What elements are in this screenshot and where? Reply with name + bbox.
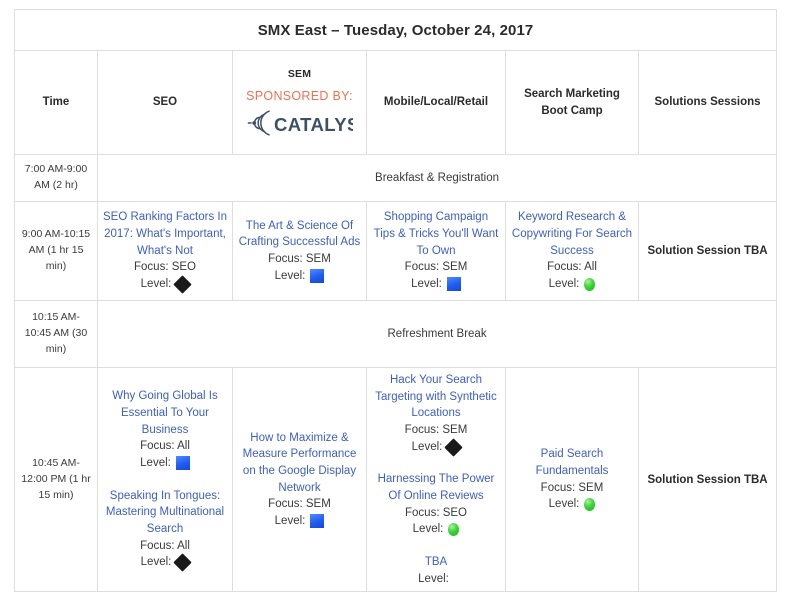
level-beginner-icon	[584, 498, 596, 512]
session-cell-seo: Why Going Global Is Essential To Your Bu…	[97, 366, 233, 592]
session-item: How to Maximize & Measure Performance on…	[238, 430, 361, 530]
session-level: Level:	[238, 513, 361, 530]
table-header-row: Time SEO SEM SPONSORED BY: CATALY Mobile…	[14, 50, 778, 155]
level-beginner-icon	[448, 523, 460, 537]
session-focus: Focus: SEM	[268, 253, 331, 265]
time-slot: 10:15 AM-10:45 AM (30 min)	[14, 300, 98, 368]
session-level: Level:	[103, 455, 227, 472]
session-focus: Focus: All	[140, 539, 190, 552]
session-cell-sem: How to Maximize & Measure Performance on…	[232, 366, 367, 592]
session-level-label: Level:	[418, 572, 449, 585]
session-level-label: Level:	[411, 278, 442, 290]
session-item: The Art & Science Of Crafting Successful…	[238, 218, 361, 285]
session-title[interactable]: Harnessing The Power Of Online Reviews	[372, 471, 500, 504]
session-focus: Focus: SEM	[540, 481, 604, 494]
session-item: Hack Your Search Targeting with Syntheti…	[372, 372, 500, 457]
session-focus: Focus: All	[547, 261, 597, 274]
session-level: Level:	[372, 521, 500, 538]
session-level-label: Level:	[274, 515, 306, 528]
session-level-label: Level:	[548, 278, 580, 290]
session-level-label: Level:	[412, 523, 444, 536]
table-row: 9:00 AM-10:15 AM (1 hr 15 min) SEO Ranki…	[14, 201, 778, 301]
sponsored-by-label: SPONSORED BY:	[246, 88, 353, 103]
table-row: 10:15 AM-10:45 AM (30 min) Refreshment B…	[14, 300, 778, 368]
session-item: Paid Search Fundamentals Focus: SEM Leve…	[511, 446, 633, 513]
level-beginner-icon	[584, 277, 596, 291]
session-level: Level:	[511, 276, 633, 293]
column-header-sem-label: SEM	[287, 68, 312, 81]
session-level: Level:	[103, 275, 227, 294]
level-advanced-icon	[173, 275, 193, 294]
page-title: SMX East – Tuesday, October 24, 2017	[13, 9, 778, 51]
session-level: Level:	[372, 571, 500, 588]
session-cell-boot-camp: Paid Search Fundamentals Focus: SEM Leve…	[505, 366, 639, 592]
column-header-solutions-sessions: Solutions Sessions	[637, 50, 778, 155]
session-title[interactable]: Keyword Research & Copywriting For Searc…	[511, 209, 633, 259]
time-slot: 10:45 AM-12:00 PM (1 hr 15 min)	[14, 366, 98, 592]
session-item: Speaking In Tongues: Mastering Multinati…	[103, 488, 227, 572]
column-header-seo: SEO	[97, 50, 233, 155]
session-title[interactable]: SEO Ranking Factors In 2017: What's Impo…	[103, 209, 227, 259]
session-title[interactable]: Speaking In Tongues: Mastering Multinati…	[103, 488, 227, 538]
session-level: Level:	[103, 553, 227, 572]
session-item: Harnessing The Power Of Online Reviews F…	[372, 471, 500, 538]
column-header-search-marketing-boot-camp: Search Marketing Boot Camp	[505, 50, 639, 155]
catalyst-wordmark: CATALYST	[274, 114, 353, 135]
session-focus: Focus: SEM	[268, 498, 331, 511]
session-item: Shopping Campaign Tips & Tricks You'll W…	[372, 209, 500, 292]
time-slot: 7:00 AM-9:00 AM (2 hr)	[14, 154, 98, 202]
full-width-event: Refreshment Break	[96, 300, 778, 368]
session-cell-mobile: Shopping Campaign Tips & Tricks You'll W…	[366, 201, 506, 301]
session-title[interactable]: Hack Your Search Targeting with Syntheti…	[372, 372, 500, 422]
session-focus: Focus: SEM	[404, 424, 468, 437]
session-level-label: Level:	[274, 269, 306, 282]
table-row: 7:00 AM-9:00 AM (2 hr) Breakfast & Regis…	[14, 154, 778, 202]
session-focus: Focus: All	[140, 440, 190, 453]
session-level-label: Level:	[411, 440, 443, 453]
session-level-label: Level:	[548, 498, 580, 511]
column-header-sem: SEM SPONSORED BY: CATALYST	[232, 50, 367, 155]
session-cell-boot-camp: Keyword Research & Copywriting For Searc…	[505, 201, 639, 301]
session-focus: Focus: SEO	[134, 261, 196, 274]
column-header-mobile-local-retail: Mobile/Local/Retail	[366, 50, 506, 155]
session-title[interactable]: Why Going Global Is Essential To Your Bu…	[103, 388, 227, 438]
session-cell-mobile: Hack Your Search Targeting with Syntheti…	[366, 366, 506, 592]
session-level-label: Level:	[140, 457, 171, 470]
level-intermediate-icon	[446, 277, 461, 292]
session-level: Level:	[372, 437, 500, 457]
level-intermediate-icon	[310, 269, 325, 283]
level-advanced-icon	[444, 437, 464, 457]
session-title[interactable]: TBA	[372, 554, 500, 571]
table-title-row: SMX East – Tuesday, October 24, 2017	[13, 9, 778, 51]
session-level: Level:	[372, 276, 500, 293]
session-cell-sem: The Art & Science Of Crafting Successful…	[232, 201, 367, 301]
session-level-label: Level:	[140, 278, 172, 290]
table-row: 10:45 AM-12:00 PM (1 hr 15 min) Why Goin…	[14, 366, 778, 592]
session-title[interactable]: The Art & Science Of Crafting Successful…	[238, 218, 361, 251]
session-item: SEO Ranking Factors In 2017: What's Impo…	[103, 209, 227, 294]
level-intermediate-icon	[175, 456, 190, 471]
session-item: Keyword Research & Copywriting For Searc…	[511, 209, 633, 292]
catalyst-logo: CATALYST	[238, 108, 361, 138]
conference-schedule-table: SMX East – Tuesday, October 24, 2017 Tim…	[13, 9, 778, 592]
column-header-time: Time	[14, 50, 98, 155]
session-title[interactable]: Paid Search Fundamentals	[511, 446, 633, 479]
full-width-event: Breakfast & Registration	[96, 154, 778, 202]
time-slot: 9:00 AM-10:15 AM (1 hr 15 min)	[14, 201, 98, 301]
session-focus: Focus: SEO	[405, 506, 467, 519]
level-advanced-icon	[173, 553, 193, 572]
session-level: Level:	[511, 496, 633, 513]
schedule-page: SMX East – Tuesday, October 24, 2017 Tim…	[0, 0, 800, 592]
session-item: TBA Level:	[372, 554, 500, 587]
session-cell-seo: SEO Ranking Factors In 2017: What's Impo…	[97, 201, 233, 301]
session-cell-solutions: Solution Session TBA	[637, 366, 778, 592]
session-title[interactable]: Shopping Campaign Tips & Tricks You'll W…	[372, 209, 500, 259]
session-focus: Focus: SEM	[404, 261, 468, 274]
session-title[interactable]: How to Maximize & Measure Performance on…	[238, 430, 361, 497]
session-level: Level:	[238, 268, 361, 285]
session-item: Why Going Global Is Essential To Your Bu…	[103, 388, 227, 471]
level-intermediate-icon	[310, 514, 325, 529]
session-cell-solutions: Solution Session TBA	[637, 201, 778, 301]
session-level-label: Level:	[140, 556, 172, 569]
